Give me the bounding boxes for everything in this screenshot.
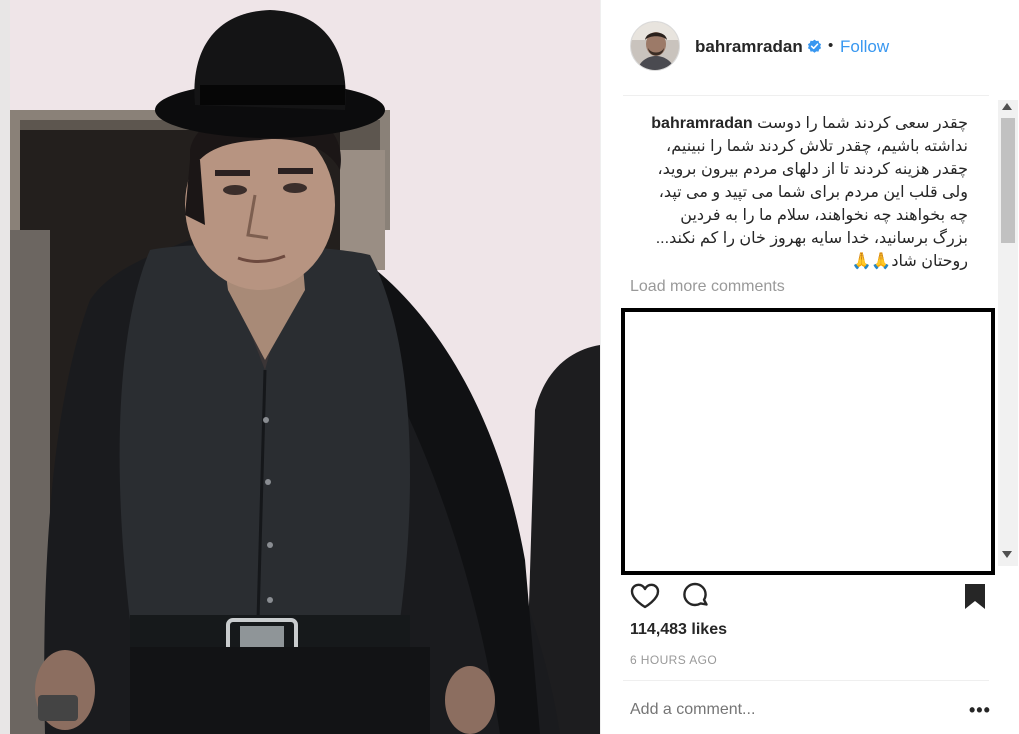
heart-icon[interactable] (629, 580, 661, 612)
scrollbar-thumb[interactable] (1001, 118, 1015, 243)
likes-count[interactable]: 114,483 likes (630, 621, 727, 639)
follow-button[interactable]: Follow (840, 37, 889, 57)
bookmark-icon[interactable] (959, 580, 991, 612)
load-more-comments-link[interactable]: Load more comments (630, 278, 785, 296)
post-header: bahramradan • Follow (601, 0, 1019, 95)
comment-icon[interactable] (679, 580, 711, 612)
photo-left-edge (0, 0, 10, 734)
add-comment-divider (623, 680, 989, 681)
scroll-up-arrow-icon[interactable] (1002, 103, 1012, 110)
avatar-image (631, 22, 679, 70)
blank-content-box (621, 308, 995, 575)
verified-badge-icon (807, 39, 822, 53)
caption-line: ولی قلب این مردم برای شما می تپید و می ت… (658, 184, 968, 201)
caption-line: نداشته باشیم، چقدر تلاش کردند شما را نبی… (666, 138, 968, 155)
avatar[interactable] (630, 21, 680, 71)
separator-dot: • (828, 37, 834, 54)
caption-username-link[interactable]: bahramradan (651, 115, 752, 132)
caption-text: چقدر سعی کردند شما را دوست (757, 115, 968, 132)
header-divider (623, 95, 989, 96)
username-link[interactable]: bahramradan (695, 37, 803, 57)
more-options-button[interactable]: ••• (969, 700, 991, 721)
post-photo-art (10, 0, 600, 734)
add-comment-input[interactable] (630, 701, 930, 719)
caption-line: چقدر سعی کردند شما را دوست bahramradan (630, 112, 968, 135)
post-sidebar: bahramradan • Follow چقدر سعی کردند شما … (600, 0, 1019, 734)
caption-line: روحتان شاد🙏🙏 (851, 253, 969, 270)
comments-list: چقدر سعی کردند شما را دوست bahramradan ن… (630, 112, 970, 302)
post-caption: چقدر سعی کردند شما را دوست bahramradan ن… (630, 112, 968, 273)
caption-line: چقدر هزینه کردند تا از دلهای مردم بیرون … (657, 161, 968, 178)
action-bar (601, 576, 1019, 616)
post-photo (0, 0, 600, 734)
scroll-down-arrow-icon[interactable] (1002, 551, 1012, 558)
post-timestamp[interactable]: 6 HOURS AGO (630, 653, 717, 667)
comments-scrollbar[interactable] (998, 100, 1018, 566)
caption-line: بزرگ برسانید، خدا سایه بهروز خان را کم ن… (655, 230, 968, 247)
caption-line: چه بخواهند چه نخواهند، سلام ما را به فرد… (680, 207, 968, 224)
